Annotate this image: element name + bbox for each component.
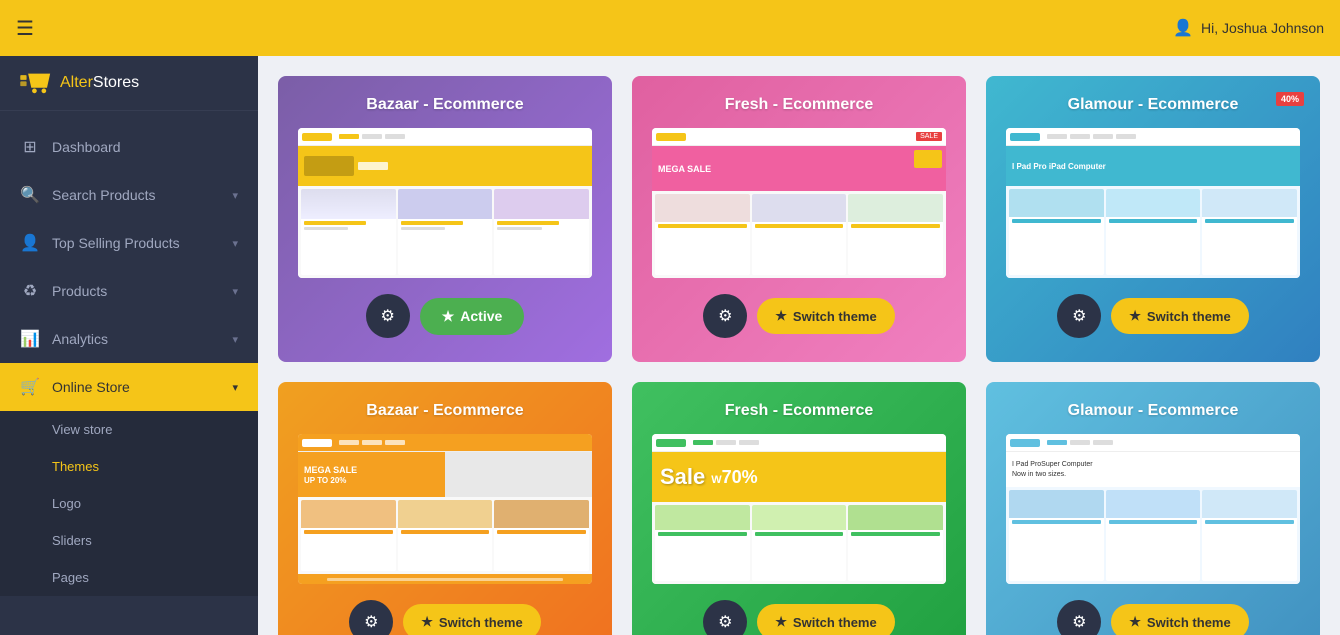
theme-screenshot-3: I Pad Pro iPad Computer bbox=[1006, 128, 1300, 278]
analytics-icon: 📊 bbox=[20, 329, 40, 349]
gear-button-3[interactable]: ⚙ bbox=[1057, 294, 1101, 338]
online-store-submenu: View store Themes Logo Sliders Pages bbox=[0, 411, 258, 596]
theme-name-4: Bazaar - Ecommerce bbox=[366, 402, 523, 420]
active-button-1[interactable]: ★ Active bbox=[420, 298, 525, 335]
sidebar-label-online-store: Online Store bbox=[52, 379, 130, 395]
gear-button-6[interactable]: ⚙ bbox=[1057, 600, 1101, 635]
themes-grid-row2: Hudareview.com Bazaar - Ecommerce bbox=[278, 382, 1320, 635]
sidebar-item-analytics[interactable]: 📊 Analytics ▾ bbox=[0, 315, 258, 363]
layout: AlterStores ⊞ Dashboard 🔍 Search Product… bbox=[0, 56, 1340, 635]
gear-button-2[interactable]: ⚙ bbox=[703, 294, 747, 338]
sidebar-label-analytics: Analytics bbox=[52, 331, 108, 347]
sidebar-item-top-selling[interactable]: 👤 Top Selling Products ▾ bbox=[0, 219, 258, 267]
products-icon: ♻ bbox=[20, 281, 40, 301]
theme-card-2: Fresh - Ecommerce SALE MEGA SALE bbox=[632, 76, 966, 362]
dashboard-icon: ⊞ bbox=[20, 137, 40, 157]
theme-buttons-3: ⚙ ★ Switch theme bbox=[1057, 294, 1248, 338]
switch-button-2[interactable]: ★ Switch theme bbox=[757, 298, 894, 334]
header-left: ☰ bbox=[16, 16, 34, 41]
switch-button-3[interactable]: ★ Switch theme bbox=[1111, 298, 1248, 334]
chevron-down-icon: ▾ bbox=[232, 285, 238, 298]
sidebar-label-dashboard: Dashboard bbox=[52, 139, 121, 155]
theme-name-5: Fresh - Ecommerce bbox=[725, 402, 874, 420]
gear-button-4[interactable]: ⚙ bbox=[349, 600, 393, 635]
switch-button-5[interactable]: ★ Switch theme bbox=[757, 604, 894, 635]
submenu-view-store[interactable]: View store bbox=[0, 411, 258, 448]
header-right: 👤 Hi, Joshua Johnson bbox=[1173, 18, 1324, 38]
sidebar-item-online-store[interactable]: 🛒 Online Store ▾ bbox=[0, 363, 258, 411]
star-icon: ★ bbox=[775, 614, 787, 630]
theme-name-2: Fresh - Ecommerce bbox=[725, 96, 874, 114]
theme-card-5: Fresh - Ecommerce Sale bbox=[632, 382, 966, 635]
submenu-sliders[interactable]: Sliders bbox=[0, 522, 258, 559]
chevron-down-icon: ▾ bbox=[232, 333, 238, 346]
chevron-down-icon: ▾ bbox=[232, 381, 238, 394]
submenu-pages[interactable]: Pages bbox=[0, 559, 258, 596]
theme-screenshot-1 bbox=[298, 128, 592, 278]
theme-screenshot-2: SALE MEGA SALE bbox=[652, 128, 946, 278]
main-content: Bazaar - Ecommerce bbox=[258, 56, 1340, 635]
theme-screenshot-6: I Pad ProSuper ComputerNow in two sizes. bbox=[1006, 434, 1300, 584]
theme-screenshot-5: Sale W70% bbox=[652, 434, 946, 584]
theme-buttons-5: ⚙ ★ Switch theme bbox=[703, 600, 894, 635]
theme-screenshot-4: MEGA SALEUP TO 20% bbox=[298, 434, 592, 584]
theme-buttons-4: ⚙ ★ Switch theme bbox=[349, 600, 540, 635]
chevron-down-icon: ▾ bbox=[232, 237, 238, 250]
hamburger-button[interactable]: ☰ bbox=[16, 16, 34, 41]
theme-buttons-1: ⚙ ★ Active bbox=[366, 294, 525, 338]
theme-buttons-6: ⚙ ★ Switch theme bbox=[1057, 600, 1248, 635]
sidebar-label-search-products: Search Products bbox=[52, 187, 156, 203]
chevron-down-icon: ▾ bbox=[232, 189, 238, 202]
star-icon: ★ bbox=[421, 614, 433, 630]
search-icon: 🔍 bbox=[20, 185, 40, 205]
sidebar-nav: ⊞ Dashboard 🔍 Search Products ▾ 👤 Top Se… bbox=[0, 115, 258, 596]
switch-button-6[interactable]: ★ Switch theme bbox=[1111, 604, 1248, 635]
user-icon: 👤 bbox=[1173, 18, 1193, 38]
top-selling-icon: 👤 bbox=[20, 233, 40, 253]
user-greeting: Hi, Joshua Johnson bbox=[1201, 20, 1324, 36]
star-icon: ★ bbox=[442, 308, 455, 325]
cart-icon bbox=[20, 72, 52, 94]
brand-name: AlterStores bbox=[60, 74, 139, 92]
theme-card-6: Glamour - Ecommerce I Pad ProSu bbox=[986, 382, 1320, 635]
sidebar-item-products[interactable]: ♻ Products ▾ bbox=[0, 267, 258, 315]
theme-buttons-2: ⚙ ★ Switch theme bbox=[703, 294, 894, 338]
sidebar-label-products: Products bbox=[52, 283, 107, 299]
theme-card-4: Bazaar - Ecommerce MEGA SALEUP bbox=[278, 382, 612, 635]
submenu-themes[interactable]: Themes bbox=[0, 448, 258, 485]
star-icon: ★ bbox=[1129, 614, 1141, 630]
theme-name-6: Glamour - Ecommerce bbox=[1068, 402, 1239, 420]
themes-grid: Bazaar - Ecommerce bbox=[278, 76, 1320, 362]
gear-button-1[interactable]: ⚙ bbox=[366, 294, 410, 338]
switch-button-4[interactable]: ★ Switch theme bbox=[403, 604, 540, 635]
theme-card-3: 40% Glamour - Ecommerce bbox=[986, 76, 1320, 362]
sidebar-item-dashboard[interactable]: ⊞ Dashboard bbox=[0, 123, 258, 171]
sidebar-item-search-products[interactable]: 🔍 Search Products ▾ bbox=[0, 171, 258, 219]
submenu-logo[interactable]: Logo bbox=[0, 485, 258, 522]
sale-badge: 40% bbox=[1276, 92, 1304, 106]
online-store-icon: 🛒 bbox=[20, 377, 40, 397]
theme-name-1: Bazaar - Ecommerce bbox=[366, 96, 523, 114]
sidebar: AlterStores ⊞ Dashboard 🔍 Search Product… bbox=[0, 56, 258, 635]
sidebar-label-top-selling: Top Selling Products bbox=[52, 235, 180, 251]
gear-button-5[interactable]: ⚙ bbox=[703, 600, 747, 635]
app-header: ☰ 👤 Hi, Joshua Johnson bbox=[0, 0, 1340, 56]
brand-area: AlterStores bbox=[0, 56, 258, 111]
theme-name-3: Glamour - Ecommerce bbox=[1068, 96, 1239, 114]
star-icon: ★ bbox=[775, 308, 787, 324]
star-icon: ★ bbox=[1129, 308, 1141, 324]
theme-card-1: Bazaar - Ecommerce bbox=[278, 76, 612, 362]
